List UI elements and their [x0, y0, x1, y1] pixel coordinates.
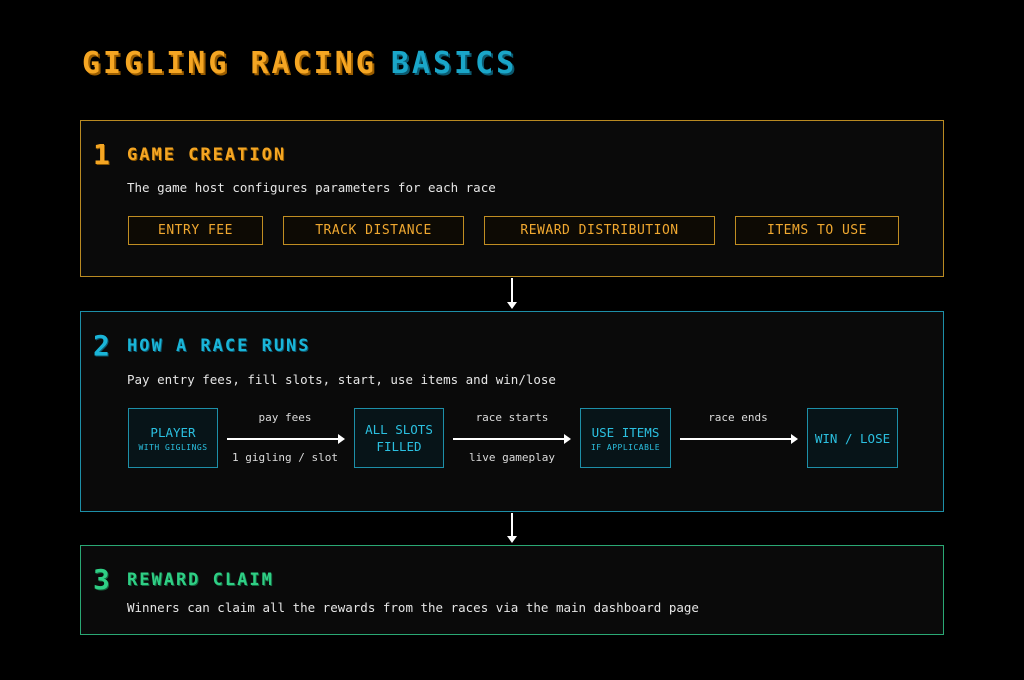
section-how-a-race-runs: 2 HOW A RACE RUNS Pay entry fees, fill s… — [80, 311, 944, 512]
title-part1: GIGLING RACING — [82, 46, 377, 81]
connector-arrow — [507, 513, 517, 543]
step-sublabel: IF APPLICABLE — [590, 443, 661, 452]
step-sublabel: WITH GIGLINGS — [138, 443, 208, 452]
section-reward-claim: 3 REWARD CLAIM Winners can claim all the… — [80, 545, 944, 635]
step-player: PLAYER WITH GIGLINGS — [128, 408, 218, 468]
param-reward-distribution: REWARD DISTRIBUTION — [484, 216, 715, 245]
step-all-slots-filled: ALL SLOTS FILLED — [354, 408, 444, 468]
param-track-distance: TRACK DISTANCE — [283, 216, 464, 245]
param-items-to-use: ITEMS TO USE — [735, 216, 899, 245]
section-header: 2 HOW A RACE RUNS — [93, 332, 311, 360]
flow-arrow — [227, 434, 345, 444]
section-title: HOW A RACE RUNS — [127, 336, 311, 356]
step-use-items: USE ITEMS IF APPLICABLE — [580, 408, 671, 468]
arrow-label-above: race ends — [708, 411, 768, 424]
arrow-label-above: pay fees — [258, 411, 312, 424]
section-description: The game host configures parameters for … — [127, 180, 496, 195]
flow-arrow — [680, 434, 798, 444]
section-number: 1 — [93, 138, 110, 171]
section-number: 3 — [93, 563, 110, 596]
section-header: 3 REWARD CLAIM — [93, 566, 274, 594]
page-title: GIGLING RACING BASICS — [82, 46, 517, 81]
step-win-lose: WIN / LOSE — [807, 408, 898, 468]
flow-arrow — [453, 434, 571, 444]
section-header: 1 GAME CREATION — [93, 141, 286, 169]
step-label: WIN / LOSE — [814, 430, 891, 446]
section-title: GAME CREATION — [127, 145, 287, 165]
step-label-line2: FILLED — [376, 439, 422, 454]
step-label: ALL SLOTS — [365, 422, 433, 437]
title-part2: BASICS — [390, 46, 518, 81]
param-entry-fee: ENTRY FEE — [128, 216, 263, 245]
step-label: USE ITEMS — [591, 425, 660, 440]
section-game-creation: 1 GAME CREATION The game host configures… — [80, 120, 944, 277]
section-number: 2 — [93, 329, 110, 362]
step-label: PLAYER — [150, 425, 196, 440]
arrow-label-above: race starts — [475, 411, 549, 424]
arrow-label-below: 1 gigling / slot — [232, 451, 338, 464]
connector-arrow — [507, 278, 517, 309]
section-title: REWARD CLAIM — [127, 570, 274, 590]
arrow-label-below: live gameplay — [468, 451, 556, 464]
section-description: Winners can claim all the rewards from t… — [127, 600, 699, 615]
section-description: Pay entry fees, fill slots, start, use i… — [127, 372, 556, 387]
